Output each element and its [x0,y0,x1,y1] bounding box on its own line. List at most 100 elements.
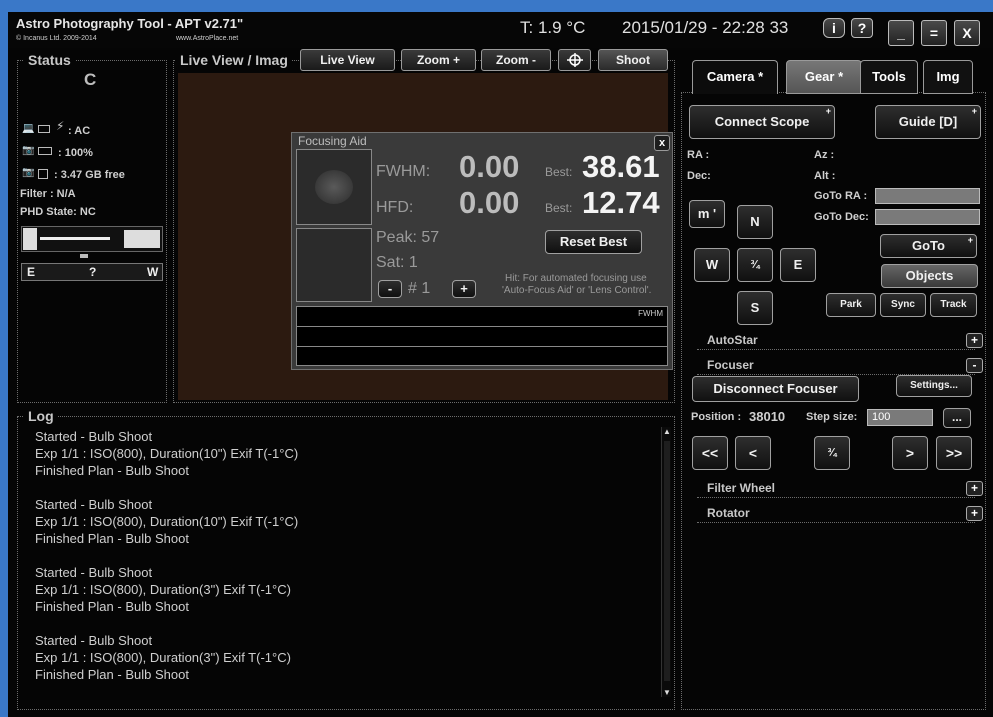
ra-label: RA : [687,149,710,161]
fwhm-graph-label: FWHM [638,309,663,318]
focus-stop-button[interactable]: ¾ [814,436,850,470]
hfd-value: 0.00 [459,185,520,220]
track-button[interactable]: Track [930,293,977,317]
goto-button[interactable]: GoTo + [880,234,977,258]
autostar-title: AutoStar [707,333,758,347]
close-button[interactable]: X [954,20,980,46]
fwhm-best-value: 38.61 [582,149,660,184]
crosshair-button[interactable] [558,49,591,71]
log-line: Exp 1/1 : ISO(800), Duration(10") Exif T… [35,514,299,529]
log-line: Finished Plan - Bulb Shoot [35,463,189,478]
info-button[interactable]: i [823,18,845,38]
zoom-out-button[interactable]: Zoom - [481,49,551,71]
slew-speed-button[interactable]: m ' [689,200,725,228]
maximize-button[interactable]: = [921,20,947,46]
decrement-button[interactable]: - [378,280,402,298]
fwhm-value: 0.00 [459,149,520,184]
increment-button[interactable]: + [452,280,476,298]
star-profile-preview [296,228,372,302]
live-view-title: Live View / Imag [176,52,292,68]
connect-scope-label: Connect Scope [714,114,810,129]
rotator-section[interactable]: Rotator + [697,506,983,523]
focus-far-out-button[interactable]: >> [936,436,972,470]
apt-window: Astro Photography Tool - APT v2.71" © In… [8,12,993,717]
plug-icon: ⚡ [56,119,65,133]
camera-body-icon [38,125,50,133]
help-button[interactable]: ? [851,18,873,38]
goto-ra-input[interactable] [875,188,980,204]
fwhm-graph: FWHM [296,306,668,366]
connection-indicator: C [84,70,97,89]
disk-status: : 3.47 GB free [54,169,125,181]
guide-label: Guide [D] [898,114,958,129]
log-scrollbar[interactable]: ▲ ▼ [661,427,671,697]
log-line: Exp 1/1 : ISO(800), Duration(10") Exif T… [35,446,299,461]
tab-img[interactable]: Img [923,60,973,94]
crosshair-icon [566,53,583,67]
hfd-best-value: 12.74 [582,185,660,220]
tab-tools[interactable]: Tools [860,60,918,94]
focuser-settings-button[interactable]: Settings... [896,375,972,397]
autostar-expand-button[interactable]: + [966,333,983,348]
minimize-button[interactable]: _ [888,20,914,46]
compass-bar: E ? W [21,263,163,281]
step-size-more-button[interactable]: ... [943,408,971,428]
goto-dec-input[interactable] [875,209,980,225]
goto-dec-label: GoTo Dec: [814,211,869,223]
east-button[interactable]: E [780,248,816,282]
connect-scope-button[interactable]: Connect Scope + [689,105,835,139]
focus-in-button[interactable]: < [735,436,771,470]
live-view-button[interactable]: Live View [300,49,395,71]
focus-out-button[interactable]: > [892,436,928,470]
disconnect-focuser-button[interactable]: Disconnect Focuser [692,376,859,402]
power-status: : AC [68,125,91,137]
north-button[interactable]: N [737,205,773,239]
copyright: © Incanus Ltd. 2009-2014 [16,35,97,42]
focuser-title: Focuser [707,358,754,372]
park-button[interactable]: Park [826,293,876,317]
frame-index: # 1 [408,280,431,297]
objects-button[interactable]: Objects [881,264,978,288]
goto-plus: + [967,235,973,245]
temperature: T: 1.9 °C [520,18,586,37]
hfd-label: HFD: [376,199,414,216]
datetime: 2015/01/29 - 22:28 33 [622,18,789,37]
log-line: Exp 1/1 : ISO(800), Duration(3") Exif T(… [35,582,291,597]
reset-best-button[interactable]: Reset Best [545,230,642,254]
south-button[interactable]: S [737,291,773,325]
dec-label: Dec: [687,170,711,182]
rotator-title: Rotator [707,506,750,520]
log-line: Started - Bulb Shoot [35,565,153,580]
guide-button[interactable]: Guide [D] + [875,105,981,139]
focus-far-in-button[interactable]: << [692,436,728,470]
tab-gear[interactable]: Gear * [786,60,862,94]
step-size-input[interactable]: 100 [867,409,933,426]
log-line: Finished Plan - Bulb Shoot [35,667,189,682]
scroll-thumb[interactable] [664,441,670,681]
camera-icon-2: 📷 [22,167,35,178]
disk-icon [38,169,48,179]
status-title: Status [24,52,75,68]
tab-camera[interactable]: Camera * [692,60,778,94]
goto-ra-label: GoTo RA : [814,190,868,202]
zoom-in-button[interactable]: Zoom + [401,49,476,71]
scroll-down-icon[interactable]: ▼ [663,688,671,697]
az-label: Az : [814,149,835,161]
west-button[interactable]: W [694,248,730,282]
hfd-best-label: Best: [545,201,573,215]
filter-wheel-expand-button[interactable]: + [966,481,983,496]
autostar-section[interactable]: AutoStar + [697,333,983,350]
shoot-button[interactable]: Shoot [598,49,668,71]
rotator-expand-button[interactable]: + [966,506,983,521]
filter-wheel-section[interactable]: Filter Wheel + [697,481,983,498]
log-line: Started - Bulb Shoot [35,497,153,512]
position-value: 38010 [749,409,786,424]
scroll-up-icon[interactable]: ▲ [663,427,671,436]
stop-button[interactable]: ¾ [737,248,773,282]
sync-button[interactable]: Sync [880,293,926,317]
focuser-collapse-button[interactable]: - [966,358,983,373]
focuser-section[interactable]: Focuser - [697,358,983,375]
